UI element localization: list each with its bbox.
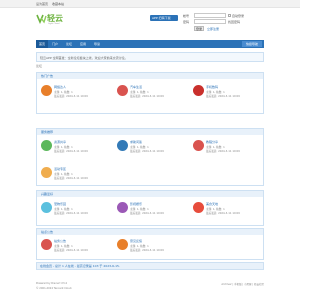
forum-last-post[interactable]: 最后发表: 2024-3-11 10:09 — [130, 248, 164, 252]
forum-title[interactable]: 求助问答 — [130, 140, 142, 144]
bookmark-link[interactable]: 收藏本站 — [52, 2, 64, 6]
forum-icon — [41, 85, 52, 96]
forum-last-post[interactable]: 最后发表: 2024-3-11 10:09 — [54, 248, 88, 252]
forum-title[interactable]: 站务公告 — [54, 239, 66, 243]
nav-item-guide[interactable]: 导读 — [94, 40, 100, 48]
section-title[interactable]: 热门广告 — [37, 73, 263, 79]
forum-last-post[interactable]: 最后发表: 2024-3-11 10:09 — [130, 94, 164, 98]
section-title[interactable]: 兴趣爱好 — [37, 191, 263, 197]
forum-icon — [117, 85, 128, 96]
remember-label: 自动登录 — [232, 14, 245, 18]
app-download-button[interactable]: APP 扫码下载 — [150, 15, 178, 21]
quick-nav-button[interactable]: 快捷导航 — [242, 41, 262, 47]
section-hot: 热门广告 网络达人 主题: 1, 帖数: 1 最后发表: 2024-3-11 1… — [36, 72, 264, 114]
password-label: 密码 — [183, 20, 190, 24]
forum-icon — [41, 239, 52, 250]
main-nav: 首页 门户 论坛 应用 导读 快捷导航 — [36, 40, 264, 48]
forum-item[interactable]: 网络达人 主题: 1, 帖数: 1 最后发表: 2024-3-11 10:09 — [41, 83, 111, 101]
forum-icon — [41, 140, 52, 151]
footer: Powered by Discuz! X3.4 © 2001-2024 Tenc… — [36, 282, 264, 298]
forum-title[interactable]: 美食天地 — [206, 202, 218, 206]
nav-item-home[interactable]: 首页 — [36, 40, 48, 48]
forum-last-post[interactable]: 最后发表: 2024-3-11 10:09 — [54, 176, 88, 180]
forum-title[interactable]: 汽车生活 — [130, 85, 142, 89]
logo-icon — [36, 14, 47, 24]
set-homepage-link[interactable]: 设为首页 — [36, 2, 48, 6]
forum-title[interactable]: 教程分享 — [206, 140, 218, 144]
forum-item[interactable]: 意见反馈 主题: 1, 帖数: 1 最后发表: 2024-3-11 10:09 — [117, 237, 187, 255]
forum-icon — [193, 140, 204, 151]
forum-last-post[interactable]: 最后发表: 2024-3-11 10:09 — [54, 149, 88, 153]
footer-links[interactable]: Archiver | 手机版 | 小黑屋 | 轻云社区 — [221, 282, 264, 286]
forum-icon — [117, 140, 128, 151]
login-button[interactable]: 登录 — [194, 26, 204, 31]
username-label: 帐号 — [183, 14, 190, 18]
site-logo[interactable]: 轻云 Light Cloud — [36, 12, 64, 28]
forum-last-post[interactable]: 最后发表: 2024-3-11 10:09 — [206, 149, 240, 153]
forum-icon — [193, 85, 204, 96]
nav-item-apps[interactable]: 应用 — [80, 40, 86, 48]
forum-icon — [41, 202, 52, 213]
section-title[interactable]: 站点公告 — [37, 229, 263, 235]
password-input[interactable] — [194, 19, 226, 24]
footer-powered[interactable]: Powered by Discuz! X3.4 — [36, 282, 67, 285]
username-input[interactable] — [194, 13, 226, 18]
login-box: 帐号 自动登录 密码 找回密码 登录 立即注册 — [180, 13, 260, 31]
forum-last-post[interactable]: 最后发表: 2024-3-11 10:09 — [54, 211, 88, 215]
forum-last-post[interactable]: 最后发表: 2024-3-11 10:09 — [54, 94, 88, 98]
notice-banner: 轻云APP 全网首发：全新论坛板块上线，欢迎大家前来交流讨论。 — [36, 52, 264, 62]
forum-title[interactable]: 影视娱乐 — [130, 202, 142, 206]
forum-item[interactable]: 活动专区 主题: 1, 帖数: 1 最后发表: 2024-3-11 10:09 — [41, 165, 111, 183]
forum-last-post[interactable]: 最后发表: 2024-3-11 10:09 — [206, 94, 240, 98]
forum-item[interactable]: 手机数码 主题: 1, 帖数: 1 最后发表: 2024-3-11 10:09 — [193, 83, 263, 101]
forum-title[interactable]: 资源共享 — [54, 140, 66, 144]
forum-title[interactable]: 意见反馈 — [130, 239, 142, 243]
forum-title[interactable]: 网络达人 — [54, 85, 66, 89]
forum-icon — [41, 167, 52, 178]
remember-checkbox[interactable] — [228, 14, 231, 17]
forum-item[interactable]: 站务公告 主题: 1, 帖数: 1 最后发表: 2024-3-11 10:09 — [41, 237, 111, 255]
section-announcements: 站点公告 站务公告 主题: 1, 帖数: 1 最后发表: 2024-3-11 1… — [36, 228, 264, 260]
section-services: 服务推荐 资源共享 主题: 1, 帖数: 1 最后发表: 2024-3-11 1… — [36, 128, 264, 186]
forum-icon — [117, 202, 128, 213]
forum-title[interactable]: 宠物乐园 — [54, 202, 66, 206]
top-bar: 设为首页 收藏本站 — [0, 0, 300, 8]
forum-last-post[interactable]: 最后发表: 2024-3-11 10:09 — [130, 211, 164, 215]
forum-item[interactable]: 教程分享 主题: 1, 帖数: 1 最后发表: 2024-3-11 10:09 — [193, 138, 263, 156]
forum-item[interactable]: 宠物乐园 主题: 1, 帖数: 1 最后发表: 2024-3-11 10:09 — [41, 200, 111, 218]
logo-subtitle: Light Cloud — [48, 23, 60, 25]
breadcrumb[interactable]: 论坛 — [36, 64, 42, 68]
forum-item[interactable]: 美食天地 主题: 1, 帖数: 1 最后发表: 2024-3-11 10:09 — [193, 200, 263, 218]
nav-item-forum[interactable]: 论坛 — [66, 40, 72, 48]
nav-item-portal[interactable]: 门户 — [52, 40, 58, 48]
forum-title[interactable]: 活动专区 — [54, 167, 66, 171]
register-link[interactable]: 立即注册 — [207, 27, 219, 31]
forum-item[interactable]: 资源共享 主题: 1, 帖数: 1 最后发表: 2024-3-11 10:09 — [41, 138, 111, 156]
footer-copyright: © 2001-2024 Tencent Cloud. — [36, 287, 73, 290]
forgot-password-link[interactable]: 找回密码 — [228, 20, 240, 24]
section-hobbies: 兴趣爱好 宠物乐园 主题: 1, 帖数: 1 最后发表: 2024-3-11 1… — [36, 190, 264, 226]
forum-icon — [117, 239, 128, 250]
forum-icon — [193, 202, 204, 213]
forum-item[interactable]: 求助问答 主题: 1, 帖数: 1 最后发表: 2024-3-11 10:09 — [117, 138, 187, 156]
forum-title[interactable]: 手机数码 — [206, 85, 218, 89]
online-stats-bar[interactable]: 在线会员 - 总计 1 人在线 - 最高记录是 103 于 2023-6-15. — [36, 262, 264, 270]
section-title[interactable]: 服务推荐 — [37, 129, 263, 135]
password-row: 密码 找回密码 — [180, 19, 260, 25]
forum-item[interactable]: 影视娱乐 主题: 1, 帖数: 1 最后发表: 2024-3-11 10:09 — [117, 200, 187, 218]
forum-item[interactable]: 汽车生活 主题: 1, 帖数: 1 最后发表: 2024-3-11 10:09 — [117, 83, 187, 101]
forum-last-post[interactable]: 最后发表: 2024-3-11 10:09 — [206, 211, 240, 215]
forum-last-post[interactable]: 最后发表: 2024-3-11 10:09 — [130, 149, 164, 153]
